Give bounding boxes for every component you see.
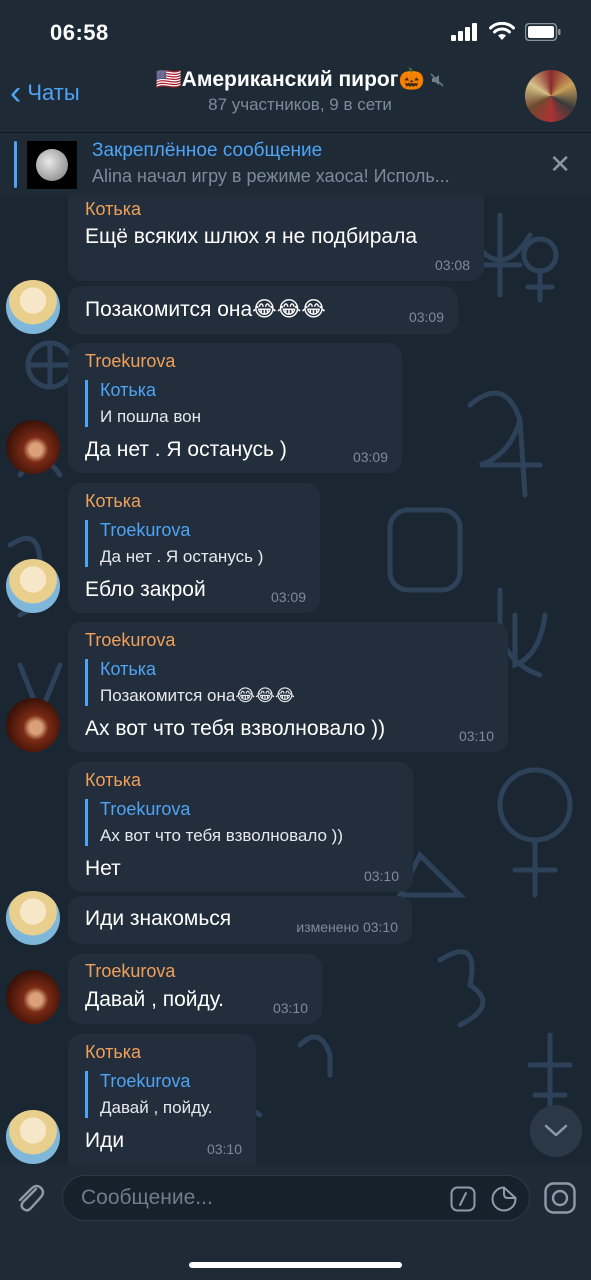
chat-title: 🇺🇸Американский пирог🎃	[130, 68, 470, 92]
message-text: Ах вот что тебя взволновало ))	[85, 717, 386, 740]
message-text: Позакомится она😂😂😂	[85, 298, 326, 321]
message-sender: Troekurova	[85, 351, 176, 371]
message-bubble[interactable]: Котька Troekurova Ах вот что тебя взволн…	[68, 762, 413, 892]
close-icon[interactable]: ✕	[549, 149, 571, 180]
message-text: Нет	[85, 857, 121, 880]
reply-quote[interactable]: Troekurova Ах вот что тебя взволновало )…	[85, 799, 343, 846]
message-bubble[interactable]: Troekurova Котька И пошла вон Да нет . Я…	[68, 343, 402, 473]
avatar[interactable]	[6, 891, 60, 945]
avatar[interactable]	[6, 698, 60, 752]
camera-button[interactable]	[544, 1182, 576, 1219]
reply-quote[interactable]: Troekurova Давай , пойду.	[85, 1071, 213, 1118]
message-field[interactable]	[62, 1175, 530, 1221]
chat-title-block[interactable]: 🇺🇸Американский пирог🎃 87 участников, 9 в…	[130, 68, 470, 115]
message-time: 03:10	[458, 728, 494, 744]
message-sender: Troekurova	[85, 630, 176, 650]
reply-name: Котька	[100, 659, 157, 679]
message-text: Ебло закрой	[85, 578, 206, 601]
message-time: 03:09	[352, 449, 388, 465]
message-bubble[interactable]: Troekurova Котька Позакомится она😂😂😂 Ах …	[68, 622, 508, 752]
reply-text: Давай , пойду.	[100, 1098, 213, 1117]
muted-icon	[430, 73, 445, 87]
pinned-text: Alina начал игру в режиме хаоса! Исполь.…	[92, 166, 450, 186]
status-icons	[451, 22, 561, 41]
message-input[interactable]	[81, 1184, 451, 1212]
wifi-icon	[489, 22, 515, 40]
back-label: Чаты	[27, 80, 80, 105]
message-time: 03:10	[363, 868, 399, 884]
status-time: 06:58	[50, 20, 109, 45]
reply-quote[interactable]: Котька Позакомится она😂😂😂	[85, 659, 295, 706]
pinned-message[interactable]: Закреплённое сообщение Alina начал игру …	[0, 132, 591, 195]
home-indicator[interactable]	[189, 1262, 402, 1268]
avatar[interactable]	[6, 280, 60, 334]
reply-text: И пошла вон	[100, 407, 202, 426]
avatar[interactable]	[6, 1110, 60, 1164]
moon-image	[36, 149, 68, 181]
reply-quote[interactable]: Котька И пошла вон	[85, 380, 201, 427]
reply-text: Ах вот что тебя взволновало ))	[100, 826, 343, 845]
chat-header: ‹ Чаты 🇺🇸Американский пирог🎃 87 участник…	[0, 62, 591, 132]
slash-command-icon	[450, 1186, 476, 1212]
message-time: 03:08	[434, 257, 470, 273]
pinned-title: Закреплённое сообщение	[92, 140, 323, 161]
message-time: 03:10	[272, 1000, 308, 1016]
reply-name: Troekurova	[100, 520, 191, 540]
avatar[interactable]	[6, 559, 60, 613]
message-bubble[interactable]: Troekurova Давай , пойду. 03:10	[68, 954, 322, 1024]
sticker-button[interactable]	[491, 1186, 517, 1217]
scroll-down-button[interactable]	[530, 1105, 582, 1157]
chevron-left-icon: ‹	[10, 74, 22, 112]
avatar[interactable]	[6, 420, 60, 474]
instant-camera-icon	[544, 1182, 576, 1214]
battery-icon	[525, 22, 561, 41]
attach-button[interactable]	[14, 1181, 46, 1220]
message-sender: Котька	[85, 491, 142, 511]
message-bubble[interactable]: Котька Troekurova Давай , пойду. Иди 03:…	[68, 1034, 256, 1165]
pinned-thumbnail	[27, 141, 77, 189]
status-bar: 06:58	[0, 0, 591, 62]
message-bubble[interactable]: Позакомится она😂😂😂 03:09	[68, 286, 458, 334]
paperclip-icon	[18, 1184, 45, 1212]
back-button[interactable]: ‹ Чаты	[10, 74, 80, 112]
message-time: 03:10	[206, 1141, 242, 1157]
message-time: 03:09	[270, 589, 306, 605]
pinned-accent-bar	[14, 141, 17, 188]
chat-subtitle: 87 участников, 9 в сети	[208, 95, 392, 114]
reply-text: Позакомится она😂😂😂	[100, 686, 295, 705]
message-sender: Котька	[85, 770, 142, 790]
message-time: изменено 03:10	[296, 919, 398, 935]
message-sender: Troekurova	[85, 961, 176, 981]
message-sender: Котька	[85, 199, 142, 219]
message-bubble[interactable]: Иди знакомься изменено 03:10	[68, 896, 412, 944]
avatar[interactable]	[6, 970, 60, 1024]
message-bubble[interactable]: Котька Troekurova Да нет . Я останусь ) …	[68, 483, 320, 613]
chevron-down-icon	[544, 1124, 568, 1137]
message-text: Давай , пойду.	[85, 988, 225, 1011]
reply-text: Да нет . Я останусь )	[100, 547, 264, 566]
command-button[interactable]	[450, 1186, 476, 1217]
message-time: 03:09	[408, 309, 444, 325]
group-avatar[interactable]	[525, 70, 577, 122]
reply-name: Troekurova	[100, 799, 191, 819]
reply-name: Troekurova	[100, 1071, 191, 1091]
reply-name: Котька	[100, 380, 157, 400]
message-sender: Котька	[85, 1042, 142, 1062]
reply-quote[interactable]: Troekurova Да нет . Я останусь )	[85, 520, 263, 567]
message-bubble[interactable]: Котька Ещё всяких шлюх я не подбирала 03…	[68, 195, 484, 281]
message-text: Да нет . Я останусь )	[85, 438, 287, 461]
sticker-icon	[491, 1186, 517, 1212]
signal-icon	[451, 22, 477, 41]
message-text: Иди знакомься	[85, 907, 232, 930]
message-text: Иди	[85, 1129, 125, 1152]
message-text: Ещё всяких шлюх я не подбирала	[85, 225, 418, 248]
